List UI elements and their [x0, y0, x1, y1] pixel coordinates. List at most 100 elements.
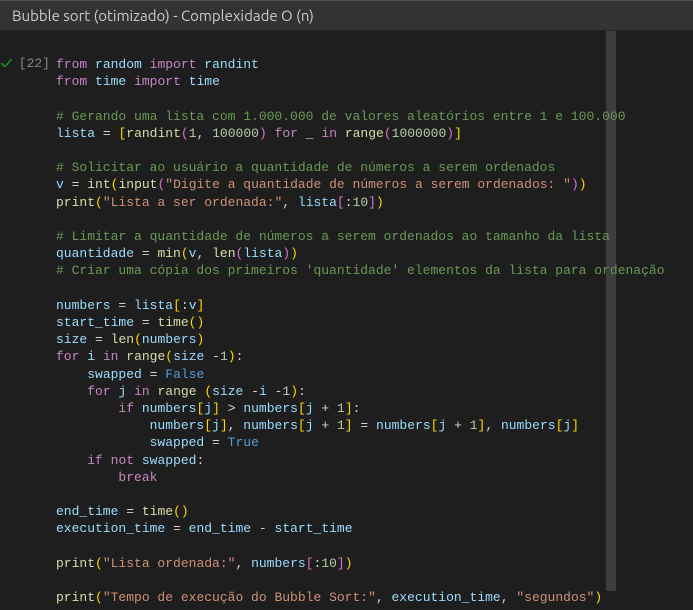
code-token: 1: [220, 349, 228, 364]
code-token: (: [173, 504, 181, 519]
code-token: ): [376, 195, 384, 210]
code-token: ): [196, 332, 204, 347]
code-token: :: [196, 453, 204, 468]
code-token: if: [118, 401, 134, 416]
code-token: [267, 521, 275, 536]
code-token: [204, 126, 212, 141]
code-token: numbers: [243, 418, 298, 433]
code-token: [134, 453, 142, 468]
code-token: [329, 418, 337, 433]
code-token: [243, 556, 251, 571]
code-token: int: [87, 177, 110, 192]
code-token: =: [103, 126, 111, 141]
code-token: +: [454, 418, 462, 433]
code-token: # Solicitar ao usuário a quantidade de n…: [56, 160, 555, 175]
code-token: start_time: [56, 315, 134, 330]
code-token: randint: [126, 126, 181, 141]
code-token: [56, 470, 118, 485]
code-token: numbers: [243, 401, 298, 416]
code-editor[interactable]: from random import randint from time imp…: [56, 56, 693, 607]
section-heading[interactable]: Bubble sort (otimizado) - Complexidade O…: [0, 0, 693, 31]
code-token: time: [157, 315, 188, 330]
code-token: ,: [485, 418, 493, 433]
code-token: swapped: [150, 435, 205, 450]
code-token: [56, 453, 87, 468]
code-token: import: [134, 74, 181, 89]
code-token: "Lista ordenada:": [103, 556, 236, 571]
code-token: [56, 435, 150, 450]
code-token: [56, 401, 118, 416]
code-token: not: [111, 453, 134, 468]
code-token: j: [306, 401, 314, 416]
code-token: [181, 521, 189, 536]
code-token: len: [212, 246, 235, 261]
code-token: [: [306, 556, 314, 571]
code-token: [126, 384, 134, 399]
code-token: :: [181, 298, 189, 313]
code-token: [: [204, 418, 212, 433]
code-token: (: [181, 246, 189, 261]
code-token: "Tempo de execução do Bubble Sort:": [103, 590, 376, 605]
code-token: for: [87, 384, 110, 399]
code-token: ]: [345, 401, 353, 416]
code-token: True: [228, 435, 259, 450]
code-token: [337, 126, 345, 141]
code-token: lista: [134, 298, 173, 313]
code-token: ): [290, 384, 298, 399]
code-token: [368, 418, 376, 433]
code-token: (: [95, 590, 103, 605]
code-token: -: [212, 349, 220, 364]
code-token: (: [384, 126, 392, 141]
code-token: ): [259, 126, 267, 141]
code-token: ]: [571, 418, 579, 433]
minimap-scrollbar[interactable]: [606, 31, 616, 591]
code-token: print: [56, 590, 95, 605]
code-token: ,: [501, 590, 509, 605]
code-token: (: [134, 332, 142, 347]
code-token: time: [142, 504, 173, 519]
code-token: len: [111, 332, 134, 347]
code-token: min: [157, 246, 180, 261]
code-token: (: [95, 556, 103, 571]
code-token: random: [95, 57, 142, 72]
code-token: ]: [337, 556, 345, 571]
code-token: [290, 195, 298, 210]
code-token: [56, 418, 150, 433]
code-token: ,: [376, 590, 384, 605]
code-token: [134, 315, 142, 330]
code-token: [220, 435, 228, 450]
code-token: ): [579, 177, 587, 192]
code-token: :: [298, 384, 306, 399]
code-token: =: [126, 504, 134, 519]
code-token: ): [196, 315, 204, 330]
code-token: j: [306, 418, 314, 433]
code-token: ]: [197, 298, 205, 313]
code-token: _: [306, 126, 314, 141]
code-token: [95, 349, 103, 364]
code-token: [204, 246, 212, 261]
code-token: 1: [337, 401, 345, 416]
code-token: range: [157, 384, 196, 399]
success-check-icon: [0, 57, 13, 70]
code-token: ]: [212, 401, 220, 416]
code-token: :: [345, 195, 353, 210]
code-token: for: [56, 349, 79, 364]
code-token: [87, 74, 95, 89]
code-token: [126, 74, 134, 89]
code-token: =: [212, 435, 220, 450]
code-token: "segundos": [516, 590, 594, 605]
code-token: time: [189, 74, 220, 89]
code-token: [: [337, 195, 345, 210]
code-token: 1000000: [392, 126, 447, 141]
code-token: numbers: [376, 418, 431, 433]
code-token: [220, 401, 228, 416]
cell-gutter: [22]: [0, 56, 56, 607]
code-token: [87, 332, 95, 347]
code-token: numbers: [142, 332, 197, 347]
code-cell[interactable]: [22] from random import randint from tim…: [0, 31, 693, 607]
code-token: "Digite a quantidade de números a serem …: [165, 177, 571, 192]
code-token: [: [298, 401, 306, 416]
code-token: from: [56, 57, 87, 72]
code-token: numbers: [150, 418, 205, 433]
code-token: lista: [56, 126, 95, 141]
